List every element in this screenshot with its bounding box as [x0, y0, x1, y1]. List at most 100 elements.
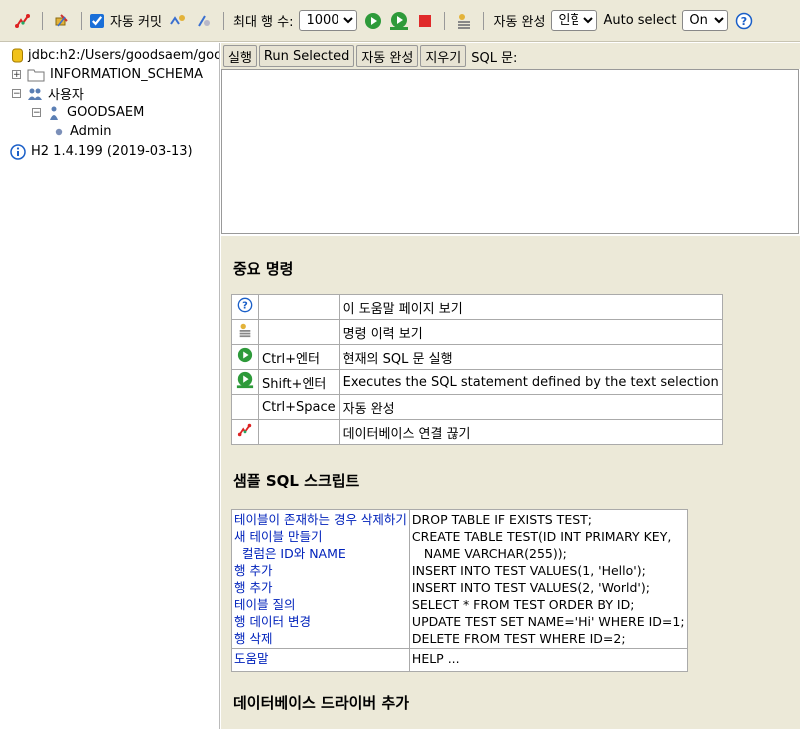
clear-button[interactable]: 지우기: [420, 45, 467, 67]
sample-sql-line: SELECT * FROM TEST ORDER BY ID;: [411, 597, 635, 612]
auto-complete-button[interactable]: 자동 완성: [356, 45, 419, 67]
help-panel: 중요 명령 ? 이 도움말 페이지 보기 명령 이력 보기 Ctrl+엔터 현재…: [221, 236, 800, 729]
sample-link-insert-2[interactable]: 행 추가: [234, 579, 407, 596]
sample-link-columns[interactable]: 컬럼은 ID와 NAME: [234, 545, 407, 562]
info-icon: [10, 143, 26, 161]
collapse-icon[interactable]: −: [12, 89, 21, 99]
sql-editor[interactable]: [221, 69, 799, 234]
sample-link-insert-1[interactable]: 행 추가: [234, 562, 407, 579]
disconnect-icon[interactable]: [231, 419, 259, 445]
auto-complete-label: 자동 완성: [493, 15, 546, 30]
table-row: 테이블이 존재하는 경우 삭제하기 새 테이블 만들기 컬럼은 ID와 NAME…: [231, 509, 688, 649]
run-button[interactable]: 실행: [223, 45, 257, 67]
add-driver-title: 데이터베이스 드라이버 추가: [233, 694, 410, 712]
refresh-icon[interactable]: [52, 11, 72, 31]
collapse-icon[interactable]: −: [32, 108, 41, 118]
query-toolbar: 실행 Run Selected 자동 완성 지우기 SQL 문:: [221, 43, 800, 69]
sample-sql-line: DELETE FROM TEST WHERE ID=2;: [411, 631, 626, 646]
user-icon: [47, 104, 61, 122]
user-name: GOODSAEM: [67, 105, 145, 120]
tree-users[interactable]: − 사용자: [12, 84, 84, 103]
table-row: Ctrl+엔터 현재의 SQL 문 실행: [231, 344, 723, 370]
sample-sql-line: INSERT INTO TEST VALUES(1, 'Hello');: [411, 563, 646, 578]
command-key: Shift+엔터: [258, 369, 340, 395]
table-row: 명령 이력 보기: [231, 319, 723, 345]
schema-name: INFORMATION_SCHEMA: [50, 67, 204, 82]
auto-commit-label: 자동 커밋: [110, 15, 162, 30]
table-row: ? 이 도움말 페이지 보기: [231, 294, 723, 320]
history-icon[interactable]: [231, 319, 259, 345]
users-group-label: 사용자: [48, 88, 84, 103]
toolbar: 자동 커밋 최대 행 수: 1000 자동 완성 인함 Auto select …: [0, 0, 800, 42]
command-desc: 이 도움말 페이지 보기: [338, 294, 723, 320]
history-icon[interactable]: [454, 11, 474, 31]
sample-sql-title: 샘플 SQL 스크립트: [233, 472, 360, 490]
toolbar-separator: [42, 11, 43, 30]
command-desc: 자동 완성: [338, 394, 723, 420]
expand-icon[interactable]: +: [12, 70, 21, 80]
command-desc: 데이터베이스 연결 끊기: [338, 419, 723, 445]
auto-commit-checkbox[interactable]: [90, 13, 104, 28]
command-key: [258, 294, 340, 320]
sample-link-delete[interactable]: 행 삭제: [234, 630, 407, 647]
command-desc: 명령 이력 보기: [338, 319, 723, 345]
sample-help-cell: 도움말: [231, 648, 410, 672]
sample-help-sql-cell: HELP ...: [408, 648, 688, 672]
important-commands-title: 중요 명령: [233, 260, 294, 278]
auto-select-select[interactable]: On: [682, 10, 729, 31]
help-glyph: ?: [741, 15, 747, 28]
commands-table: ? 이 도움말 페이지 보기 명령 이력 보기 Ctrl+엔터 현재의 SQL …: [231, 294, 723, 445]
sample-sql-table: 테이블이 존재하는 경우 삭제하기 새 테이블 만들기 컬럼은 ID와 NAME…: [231, 509, 688, 672]
sample-sql-line: INSERT INTO TEST VALUES(2, 'World');: [411, 580, 650, 595]
schema-tree: jdbc:h2:/Users/goodsaem/goodsa + INFORMA…: [0, 43, 220, 729]
table-row: Ctrl+Space 자동 완성: [231, 394, 723, 420]
tree-schema[interactable]: + INFORMATION_SCHEMA: [12, 65, 203, 84]
run-selected-button[interactable]: Run Selected: [258, 45, 355, 67]
tree-version: H2 1.4.199 (2019-03-13): [10, 142, 193, 161]
sample-sql-line: UPDATE TEST SET NAME='Hi' WHERE ID=1;: [411, 614, 685, 629]
help-icon[interactable]: ?: [231, 294, 259, 320]
run-icon[interactable]: [231, 344, 259, 370]
command-key: Ctrl+엔터: [258, 344, 340, 370]
version-text: H2 1.4.199 (2019-03-13): [31, 144, 193, 159]
rollback-icon[interactable]: [194, 11, 214, 31]
table-row: Shift+엔터 Executes the SQL statement defi…: [231, 369, 723, 395]
max-rows-label: 최대 행 수:: [232, 15, 294, 30]
max-rows-select[interactable]: 1000: [299, 10, 358, 31]
sample-sql-line: HELP ...: [411, 651, 460, 666]
sample-links-cell: 테이블이 존재하는 경우 삭제하기 새 테이블 만들기 컬럼은 ID와 NAME…: [231, 509, 410, 649]
sample-link-help[interactable]: 도움말: [234, 650, 407, 667]
command-key: [258, 419, 340, 445]
disconnect-icon[interactable]: [13, 11, 33, 31]
run-selected-icon[interactable]: [389, 11, 409, 31]
folder-icon: [27, 66, 45, 84]
toolbar-separator: [483, 11, 485, 30]
user-role: Admin: [70, 124, 112, 139]
toolbar-separator: [81, 11, 82, 30]
sample-link-drop[interactable]: 테이블이 존재하는 경우 삭제하기: [234, 511, 407, 528]
sample-sql-line: DROP TABLE IF EXISTS TEST;: [411, 512, 592, 527]
tree-connection[interactable]: jdbc:h2:/Users/goodsaem/goodsa: [10, 46, 219, 65]
stop-icon[interactable]: [415, 11, 435, 31]
sample-sql-cell: DROP TABLE IF EXISTS TEST; CREATE TABLE …: [408, 509, 688, 649]
table-row: 도움말 HELP ...: [231, 648, 688, 672]
sample-sql-line: CREATE TABLE TEST(ID INT PRIMARY KEY,: [411, 529, 672, 544]
tree-user-role[interactable]: Admin: [54, 122, 111, 141]
help-icon[interactable]: ?: [734, 11, 754, 31]
auto-complete-select[interactable]: 인함: [551, 10, 598, 31]
run-selected-icon[interactable]: [231, 369, 259, 395]
sample-link-update[interactable]: 행 데이터 변경: [234, 613, 407, 630]
commit-icon[interactable]: [168, 11, 188, 31]
run-icon[interactable]: [363, 11, 383, 31]
database-icon: [10, 47, 24, 65]
bullet-icon: [54, 123, 64, 141]
command-desc: 현재의 SQL 문 실행: [338, 344, 723, 370]
sample-link-create[interactable]: 새 테이블 만들기: [234, 528, 407, 545]
users-icon: [27, 85, 43, 103]
table-row: 데이터베이스 연결 끊기: [231, 419, 723, 445]
tree-user[interactable]: − GOODSAEM: [32, 103, 144, 122]
help-glyph: ?: [242, 301, 248, 312]
toolbar-separator: [444, 11, 446, 30]
sql-label: SQL 문:: [471, 50, 518, 66]
sample-link-select[interactable]: 테이블 질의: [234, 596, 407, 613]
